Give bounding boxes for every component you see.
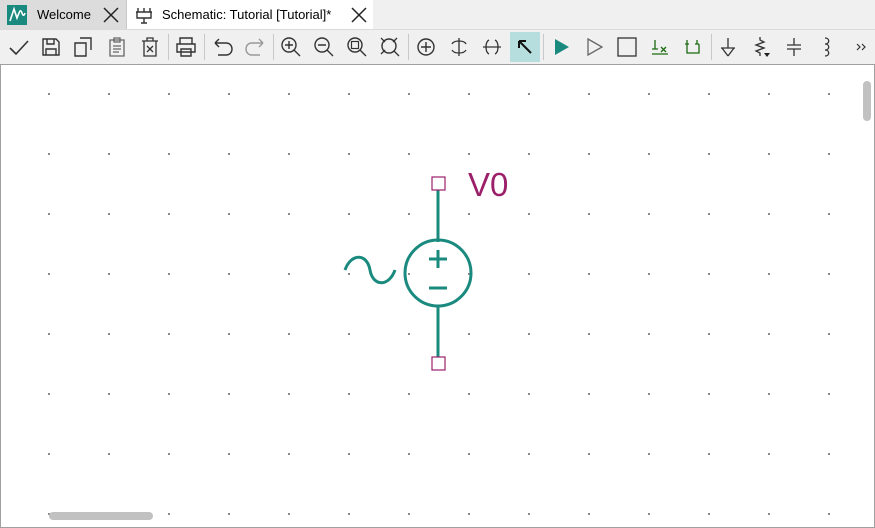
rotate-icon [417,38,435,56]
more-button[interactable] [850,32,874,62]
check-icon [9,40,29,56]
save-button[interactable] [36,32,66,62]
zoom-out-button[interactable] [309,32,339,62]
flip-horizontal-icon [483,39,501,55]
pointer-button[interactable] [510,32,540,62]
toolbar [0,30,875,64]
zoom-selection-button[interactable] [375,32,405,62]
delete-button[interactable] [135,32,165,62]
zoom-in-button[interactable] [276,32,306,62]
undo-button[interactable] [208,32,238,62]
inductor-button[interactable] [812,32,842,62]
undo-icon [214,38,233,56]
flip-vertical-icon [451,38,467,56]
delete-icon [142,37,158,57]
horizontal-scrollbar[interactable] [49,512,153,520]
redo-button[interactable] [240,32,270,62]
toolbar-separator [204,34,205,60]
zoom-selection-icon [380,37,400,57]
toolbar-separator [273,34,274,60]
pointer-icon [518,40,532,54]
clipboard-button[interactable] [102,32,132,62]
voltage-source-symbol [343,190,473,357]
toolbar-separator [168,34,169,60]
stop-icon [617,37,637,57]
component-label[interactable]: V0 [468,166,508,204]
print-button[interactable] [171,32,201,62]
stop-button[interactable] [612,32,642,62]
tab-schematic[interactable]: Schematic: Tutorial [Tutorial]* [127,0,373,30]
zoom-in-icon [281,37,301,57]
save-as-button[interactable] [68,32,98,62]
zoom-out-icon [314,37,334,57]
save-icon [42,38,60,56]
close-icon[interactable] [101,5,121,25]
close-icon[interactable] [349,5,369,25]
zoom-fit-button[interactable] [342,32,372,62]
vertical-scrollbar[interactable] [863,81,871,121]
tab-bar: Welcome Schematic: Tutorial [Tutorial]* [0,0,875,30]
waveform-icon [7,5,27,25]
inductor-icon [824,37,830,57]
redo-icon [245,38,264,56]
capacitor-button[interactable] [779,32,809,62]
zoom-fit-icon [347,37,367,57]
capacitor-icon [787,38,801,56]
run-simulation-icon [555,39,569,55]
schematic-canvas[interactable]: V0 [0,64,875,528]
rotate-button[interactable] [411,32,441,62]
run-simulation-button[interactable] [546,32,576,62]
flip-horizontal-button[interactable] [477,32,507,62]
save-as-icon [74,37,92,57]
ground-button[interactable] [713,32,743,62]
ground-probe-button[interactable] [678,32,708,62]
resistor-button[interactable] [746,32,776,62]
step-icon [587,37,604,57]
component-v0[interactable] [1,65,874,527]
tab-label: Welcome [37,7,91,22]
toolbar-separator [408,34,409,60]
resistor-icon [754,37,770,57]
probe-button[interactable] [645,32,675,62]
apply-button[interactable] [4,32,34,62]
probe-icon [652,40,668,55]
ground-icon [721,38,735,57]
tab-welcome[interactable]: Welcome [0,0,127,30]
more-icon [856,43,866,51]
pin-top[interactable] [431,176,446,191]
toolbar-separator [711,34,712,60]
schematic-icon [136,8,152,24]
step-button[interactable] [579,32,609,62]
toolbar-separator [543,34,544,60]
flip-vertical-button[interactable] [444,32,474,62]
ground-probe-icon [685,40,700,54]
clipboard-icon [109,37,125,57]
tab-label: Schematic: Tutorial [Tutorial]* [162,7,332,22]
print-icon [176,37,196,57]
pin-bottom[interactable] [431,356,446,371]
